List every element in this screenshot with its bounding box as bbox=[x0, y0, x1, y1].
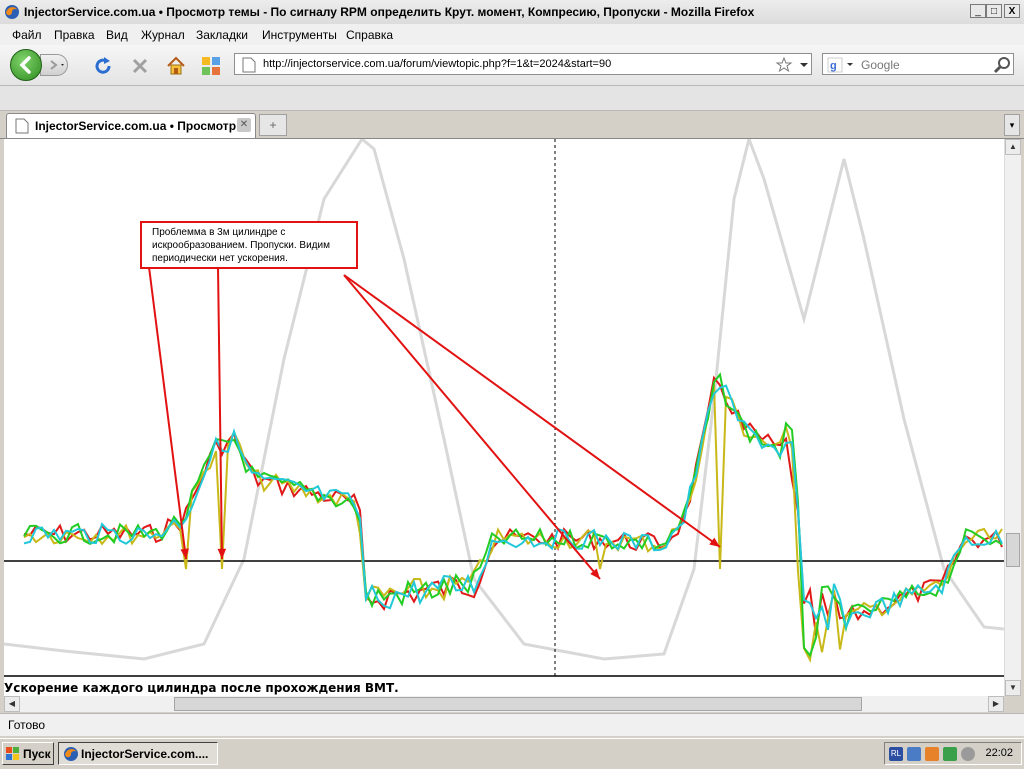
scroll-up-button[interactable]: ▲ bbox=[1005, 139, 1021, 155]
menu-file[interactable]: Файл bbox=[12, 28, 42, 42]
start-button[interactable]: Пуск bbox=[2, 742, 54, 765]
volume-icon[interactable] bbox=[961, 747, 975, 761]
search-box[interactable]: g Google bbox=[822, 53, 1014, 75]
back-button[interactable] bbox=[10, 49, 42, 81]
home-icon[interactable] bbox=[165, 55, 187, 77]
tab-strip: InjectorService.com.ua • Просмотр ... ✕ … bbox=[0, 111, 1024, 139]
tray-app-icon[interactable] bbox=[925, 747, 939, 761]
horizontal-scroll-thumb[interactable] bbox=[174, 697, 862, 711]
clock: 22:02 bbox=[985, 747, 1013, 759]
annotation-arrow-4 bbox=[343, 274, 721, 548]
search-icon[interactable] bbox=[993, 56, 1011, 74]
taskbar: Пуск InjectorService.com.... RL 22:02 bbox=[0, 738, 1024, 769]
menu-history[interactable]: Журнал bbox=[141, 28, 185, 42]
figure-caption: Ускорение каждого цилиндра после прохожд… bbox=[4, 681, 399, 695]
status-text: Готово bbox=[8, 718, 46, 732]
taskbar-item-firefox[interactable]: InjectorService.com.... bbox=[58, 742, 218, 765]
tab-close-button[interactable]: ✕ bbox=[237, 118, 251, 132]
stop-icon[interactable] bbox=[129, 55, 151, 77]
start-label: Пуск bbox=[23, 747, 51, 761]
annotation-arrow-3 bbox=[343, 274, 601, 580]
rpm-trace bbox=[4, 139, 1004, 661]
menu-view[interactable]: Вид bbox=[106, 28, 128, 42]
scroll-right-button[interactable]: ▶ bbox=[988, 696, 1004, 712]
cylinder-series-1 bbox=[23, 375, 1003, 636]
tray-app2-icon[interactable] bbox=[943, 747, 957, 761]
annotation-arrowhead-2 bbox=[217, 548, 227, 559]
search-placeholder: Google bbox=[861, 58, 900, 72]
menu-tools[interactable]: Инструменты bbox=[262, 28, 337, 42]
page-icon bbox=[242, 57, 256, 73]
close-window-button[interactable]: X bbox=[1004, 4, 1020, 18]
bookmarks-toolbar bbox=[0, 86, 1024, 111]
annotation-callout: Проблемма в 3м цилиндре с искрообразован… bbox=[140, 221, 358, 269]
scroll-down-button[interactable]: ▼ bbox=[1005, 680, 1021, 696]
tab-label: InjectorService.com.ua • Просмотр ... bbox=[35, 119, 250, 133]
new-tab-button[interactable]: + bbox=[259, 114, 287, 136]
language-indicator[interactable]: RL bbox=[889, 747, 903, 761]
back-arrow-icon bbox=[19, 56, 31, 74]
taskbar-item-label: InjectorService.com.... bbox=[81, 747, 209, 761]
svg-text:g: g bbox=[830, 60, 837, 72]
cylinder-series-4 bbox=[23, 384, 1003, 631]
annotation-arrow-1 bbox=[148, 266, 187, 560]
address-bar[interactable]: http://injectorservice.com.ua/forum/view… bbox=[234, 53, 812, 75]
menu-edit[interactable]: Правка bbox=[54, 28, 95, 42]
tab-list-button[interactable]: ▾ bbox=[1004, 114, 1020, 136]
status-bar: Готово bbox=[0, 713, 1024, 736]
menu-bar: Файл Правка Вид Журнал Закладки Инструме… bbox=[0, 24, 1024, 45]
menu-bookmarks[interactable]: Закладки bbox=[196, 28, 248, 42]
vertical-scrollbar[interactable]: ▲ ▼ bbox=[1004, 139, 1021, 696]
tab-forum-topic[interactable]: InjectorService.com.ua • Просмотр ... ✕ bbox=[6, 113, 256, 138]
window-title-bar: InjectorService.com.ua • Просмотр темы -… bbox=[0, 0, 1024, 25]
reload-icon[interactable] bbox=[92, 55, 114, 77]
network-icon[interactable] bbox=[907, 747, 921, 761]
page-content: Проблемма в 3м цилиндре с искрообразован… bbox=[4, 139, 1004, 696]
bookmark-star-icon[interactable] bbox=[775, 56, 793, 74]
firefox-icon bbox=[5, 5, 19, 19]
address-url[interactable]: http://injectorservice.com.ua/forum/view… bbox=[263, 58, 611, 70]
firefox-icon bbox=[64, 747, 78, 761]
forward-arrow-icon bbox=[50, 60, 64, 70]
system-tray: RL 22:02 bbox=[884, 742, 1022, 765]
vertical-scroll-thumb[interactable] bbox=[1006, 533, 1020, 567]
windows-logo-icon bbox=[6, 747, 19, 760]
url-dropdown-icon[interactable] bbox=[799, 62, 809, 70]
google-engine-icon[interactable]: g bbox=[827, 57, 855, 73]
apps-grid-icon[interactable] bbox=[200, 55, 222, 77]
menu-help[interactable]: Справка bbox=[346, 28, 393, 42]
minimize-button[interactable]: _ bbox=[970, 4, 986, 18]
horizontal-scrollbar[interactable]: ◀ ▶ bbox=[4, 696, 1004, 712]
scroll-left-button[interactable]: ◀ bbox=[4, 696, 20, 712]
page-icon bbox=[15, 118, 29, 134]
forward-button[interactable] bbox=[40, 54, 68, 76]
maximize-button[interactable]: □ bbox=[986, 4, 1002, 18]
window-title: InjectorService.com.ua • Просмотр темы -… bbox=[24, 5, 755, 19]
navigation-toolbar: http://injectorservice.com.ua/forum/view… bbox=[0, 45, 1024, 86]
